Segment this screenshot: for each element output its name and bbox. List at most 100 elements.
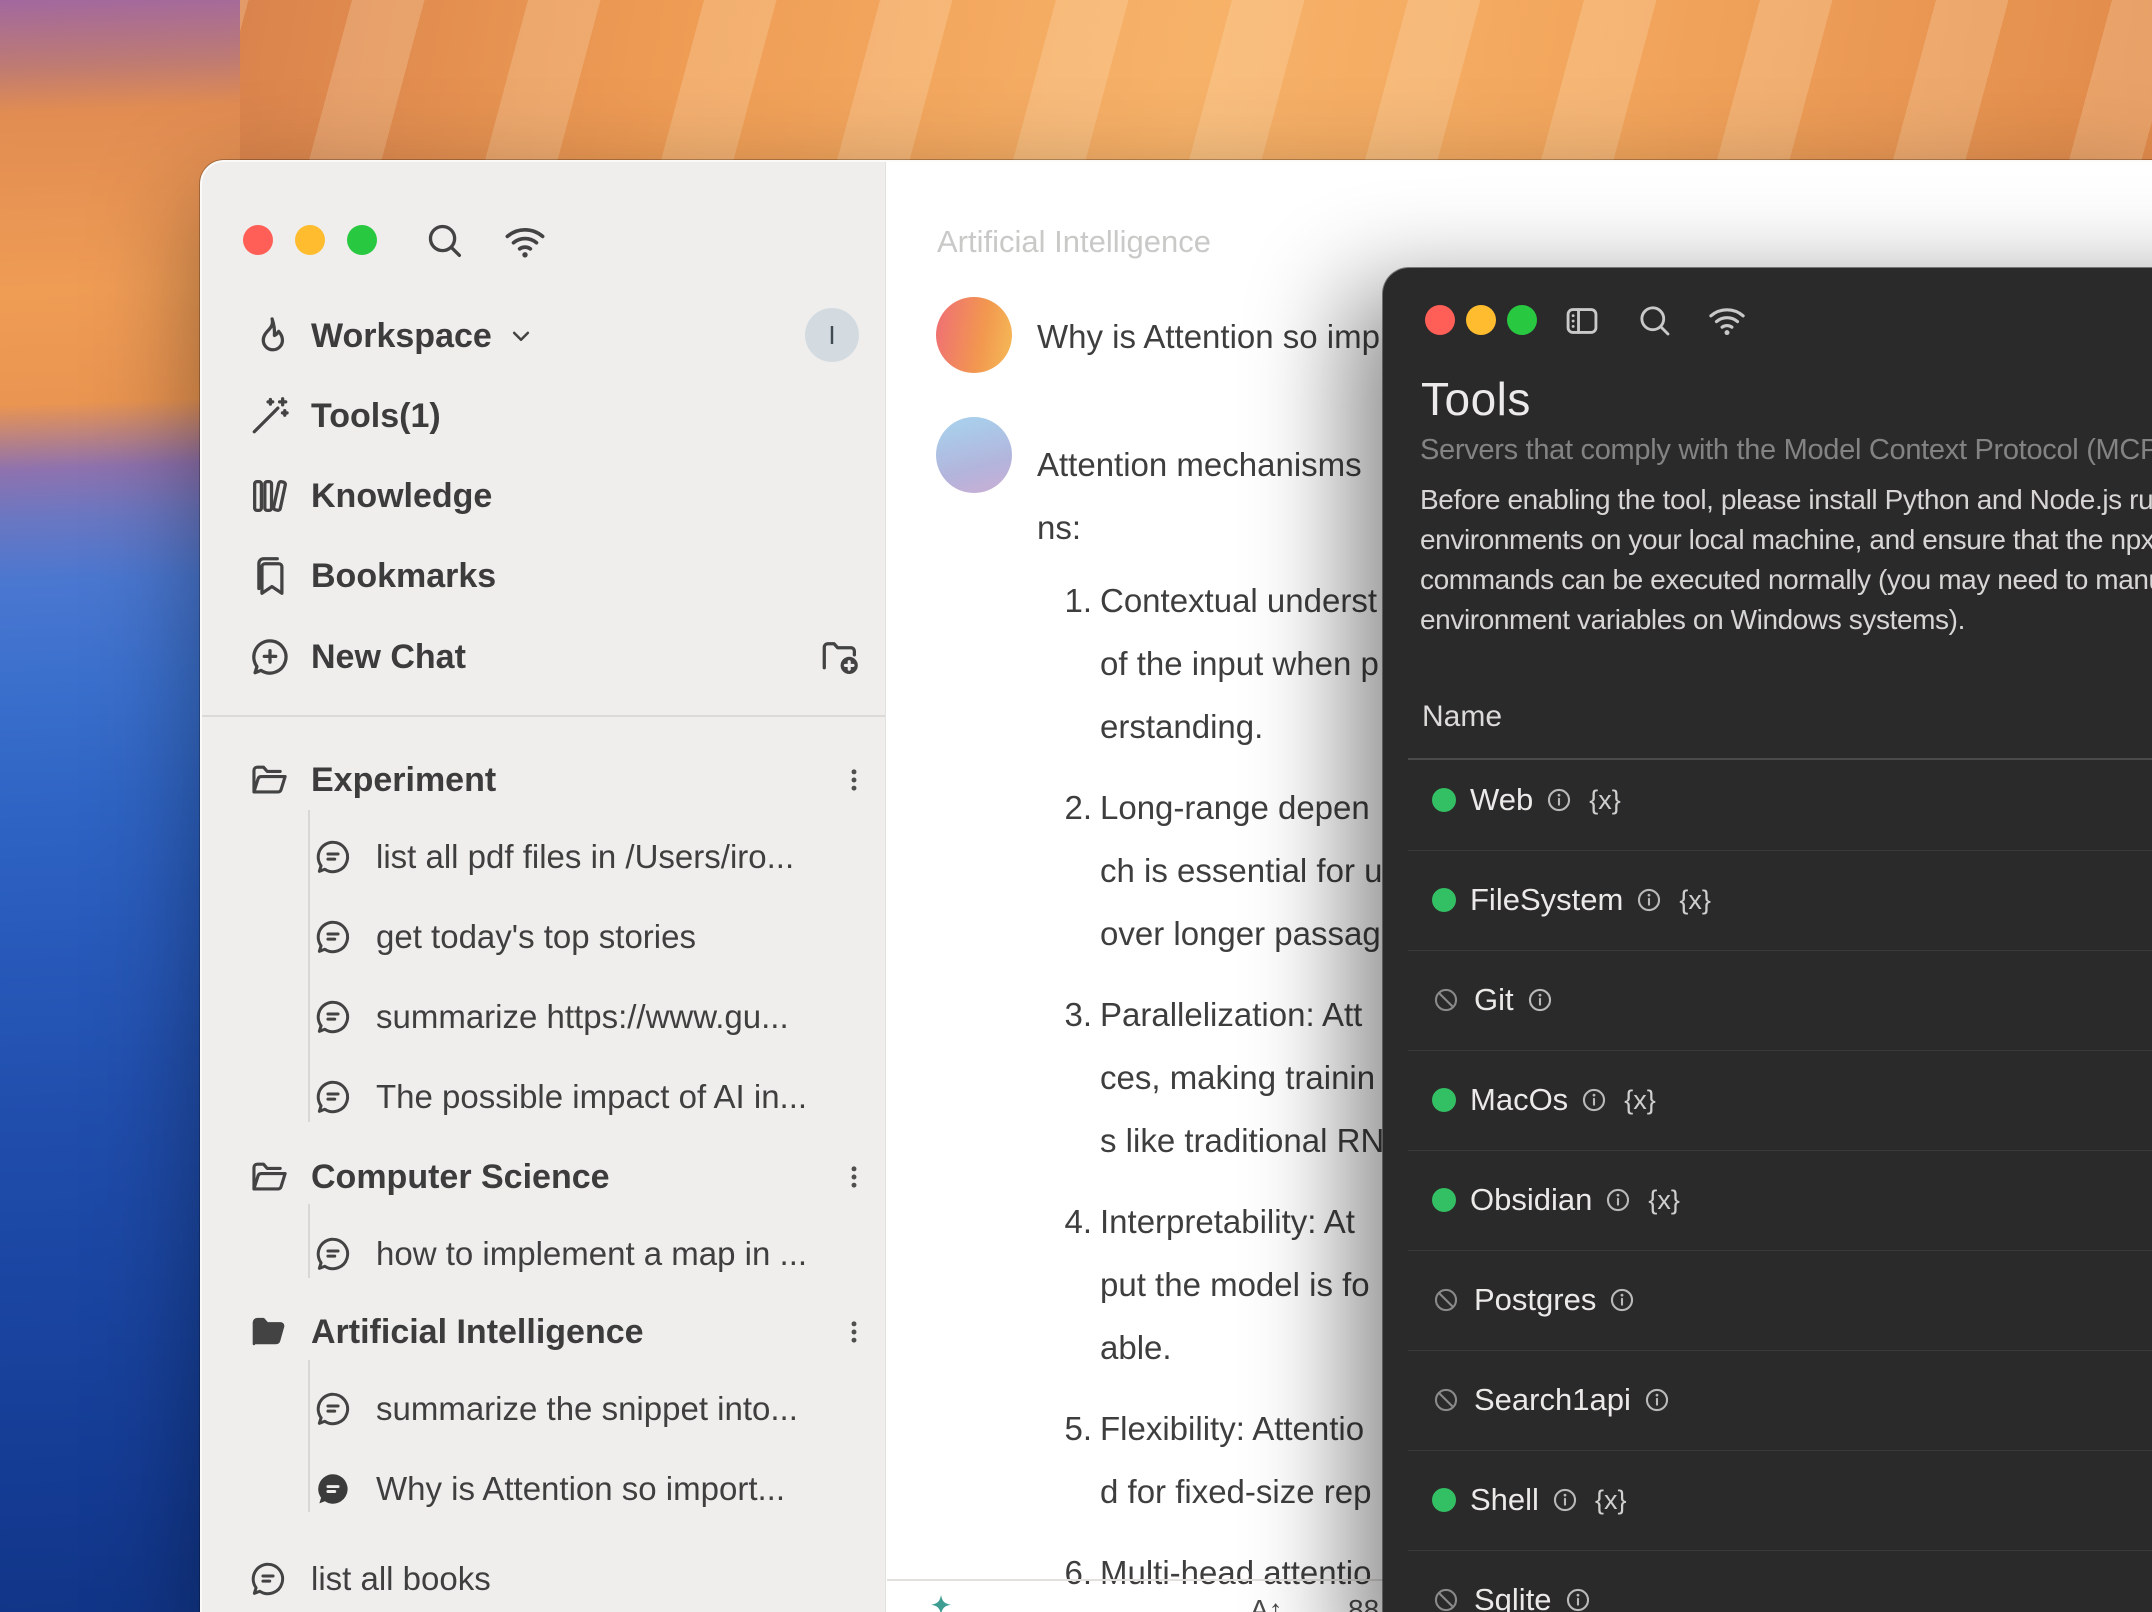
info-icon[interactable] xyxy=(1545,786,1573,814)
status-enabled-dot xyxy=(1432,1488,1456,1512)
close-button[interactable] xyxy=(1425,305,1455,335)
sidebar-item-bookmarks[interactable]: Bookmarks xyxy=(247,548,496,604)
chat-item-label: list all books xyxy=(311,1560,491,1598)
sidebar-item-new-chat[interactable]: New Chat xyxy=(247,629,466,685)
chat-item[interactable]: list all pdf files in /Users/iro... xyxy=(312,829,794,885)
chat-plus-icon xyxy=(247,634,293,680)
status-enabled-dot xyxy=(1432,888,1456,912)
list-line: erstanding. xyxy=(1100,708,1263,746)
minimize-button[interactable] xyxy=(1466,305,1496,335)
avatar[interactable]: I xyxy=(805,308,859,362)
chat-item-label: how to implement a map in ... xyxy=(376,1235,807,1273)
sidebar-item-knowledge[interactable]: Knowledge xyxy=(247,468,492,524)
text-size-icon[interactable]: A↑ xyxy=(1250,1594,1283,1612)
tools-window: Tools Servers that comply with the Model… xyxy=(1383,268,2152,1612)
avatar-letter: I xyxy=(828,320,835,351)
list-line: d for fixed-size rep xyxy=(1100,1473,1371,1511)
chat-item[interactable]: get today's top stories xyxy=(312,909,696,965)
zoom-button[interactable] xyxy=(347,225,377,255)
row-divider xyxy=(1408,950,2152,951)
description-line: commands can be executed normally (you m… xyxy=(1420,560,2152,600)
info-icon[interactable] xyxy=(1643,1386,1671,1414)
server-name: Obsidian xyxy=(1470,1182,1592,1218)
workspace-label: Workspace xyxy=(311,317,492,356)
server-row-search1api[interactable]: Search1api xyxy=(1432,1376,1671,1424)
indent-guide xyxy=(308,1360,310,1512)
info-icon[interactable] xyxy=(1635,886,1663,914)
search-icon[interactable] xyxy=(1636,302,1674,340)
server-row-filesystem[interactable]: FileSystem {x} xyxy=(1432,876,1711,924)
info-icon[interactable] xyxy=(1564,1586,1592,1612)
folder-artificial-intelligence[interactable]: Artificial Intelligence xyxy=(247,1304,644,1360)
server-row-macos[interactable]: MacOs {x} xyxy=(1432,1076,1656,1124)
tools-subtitle: Servers that comply with the Model Conte… xyxy=(1420,434,2152,467)
workspace-menu[interactable]: Workspace xyxy=(247,308,536,364)
sidebar-item-label: Knowledge xyxy=(311,477,492,516)
sparkle-icon[interactable] xyxy=(924,1592,958,1612)
chat-bubble-filled-icon xyxy=(312,1468,354,1510)
chat-item[interactable]: summarize the snippet into... xyxy=(312,1381,798,1437)
minimize-button[interactable] xyxy=(295,225,325,255)
info-icon[interactable] xyxy=(1551,1486,1579,1514)
row-divider xyxy=(1408,1150,2152,1151)
close-button[interactable] xyxy=(243,225,273,255)
kebab-menu-icon[interactable] xyxy=(840,1157,868,1197)
row-divider xyxy=(1408,1250,2152,1251)
list-line: Parallelization: Att xyxy=(1100,996,1362,1034)
info-icon[interactable] xyxy=(1608,1286,1636,1314)
chat-item-label: get today's top stories xyxy=(376,918,696,956)
row-divider xyxy=(1408,1550,2152,1551)
status-enabled-dot xyxy=(1432,1088,1456,1112)
wifi-icon[interactable] xyxy=(1706,299,1748,341)
server-row-git[interactable]: Git xyxy=(1432,976,1554,1024)
indent-guide xyxy=(308,1204,310,1278)
chat-item[interactable]: The possible impact of AI in... xyxy=(312,1069,807,1125)
info-icon[interactable] xyxy=(1526,986,1554,1014)
folder-plus-icon[interactable] xyxy=(817,634,863,680)
desktop: Workspace I Tools(1) Knowledge Bookmarks… xyxy=(0,0,2152,1612)
chat-item[interactable]: list all books xyxy=(247,1551,491,1607)
list-line: over longer passag xyxy=(1100,915,1381,953)
list-number: 1. xyxy=(1032,582,1092,620)
info-icon[interactable] xyxy=(1604,1186,1632,1214)
chat-bubble-icon xyxy=(312,836,354,878)
list-line: Multi-head attentio xyxy=(1100,1554,1372,1592)
list-number: 5. xyxy=(1032,1410,1092,1448)
list-line: Long-range depen xyxy=(1100,789,1370,827)
sidebar-item-tools[interactable]: Tools(1) xyxy=(247,388,441,444)
indent-guide xyxy=(308,810,310,1122)
chat-item[interactable]: summarize https://www.gu... xyxy=(312,989,789,1045)
search-icon[interactable] xyxy=(424,220,466,262)
server-row-sqlite[interactable]: Sqlite xyxy=(1432,1576,1592,1612)
info-icon[interactable] xyxy=(1580,1086,1608,1114)
folder-experiment[interactable]: Experiment xyxy=(247,752,496,808)
server-row-postgres[interactable]: Postgres xyxy=(1432,1276,1636,1324)
description-line: Before enabling the tool, please install… xyxy=(1420,480,2152,520)
list-number: 4. xyxy=(1032,1203,1092,1241)
sidebar-toggle-icon[interactable] xyxy=(1563,302,1601,340)
list-number: 6. xyxy=(1032,1554,1092,1592)
list-line: ces, making trainin xyxy=(1100,1059,1375,1097)
chat-item-active[interactable]: Why is Attention so import... xyxy=(312,1461,785,1517)
zoom-button[interactable] xyxy=(1507,305,1537,335)
server-row-shell[interactable]: Shell {x} xyxy=(1432,1476,1626,1524)
input-toolbar-icon[interactable]: 88 xyxy=(1348,1594,1379,1612)
vars-badge: {x} xyxy=(1648,1185,1680,1216)
chat-item-label: Why is Attention so import... xyxy=(376,1470,785,1508)
chat-bubble-icon xyxy=(312,916,354,958)
kebab-menu-icon[interactable] xyxy=(840,760,868,800)
folder-computer-science[interactable]: Computer Science xyxy=(247,1149,610,1205)
server-name: Git xyxy=(1474,982,1514,1018)
list-line: ch is essential for u xyxy=(1100,852,1382,890)
kebab-menu-icon[interactable] xyxy=(840,1312,868,1352)
server-row-obsidian[interactable]: Obsidian {x} xyxy=(1432,1176,1680,1224)
list-line: s like traditional RN xyxy=(1100,1122,1384,1160)
ban-icon xyxy=(1432,986,1460,1014)
server-row-web[interactable]: Web {x} xyxy=(1432,776,1621,824)
wifi-icon[interactable] xyxy=(502,218,548,264)
chat-item[interactable]: how to implement a map in ... xyxy=(312,1226,807,1282)
row-divider xyxy=(1408,1050,2152,1051)
list-line: Flexibility: Attentio xyxy=(1100,1410,1364,1448)
chat-item-label: summarize https://www.gu... xyxy=(376,998,789,1036)
chat-item-label: The possible impact of AI in... xyxy=(376,1078,807,1116)
